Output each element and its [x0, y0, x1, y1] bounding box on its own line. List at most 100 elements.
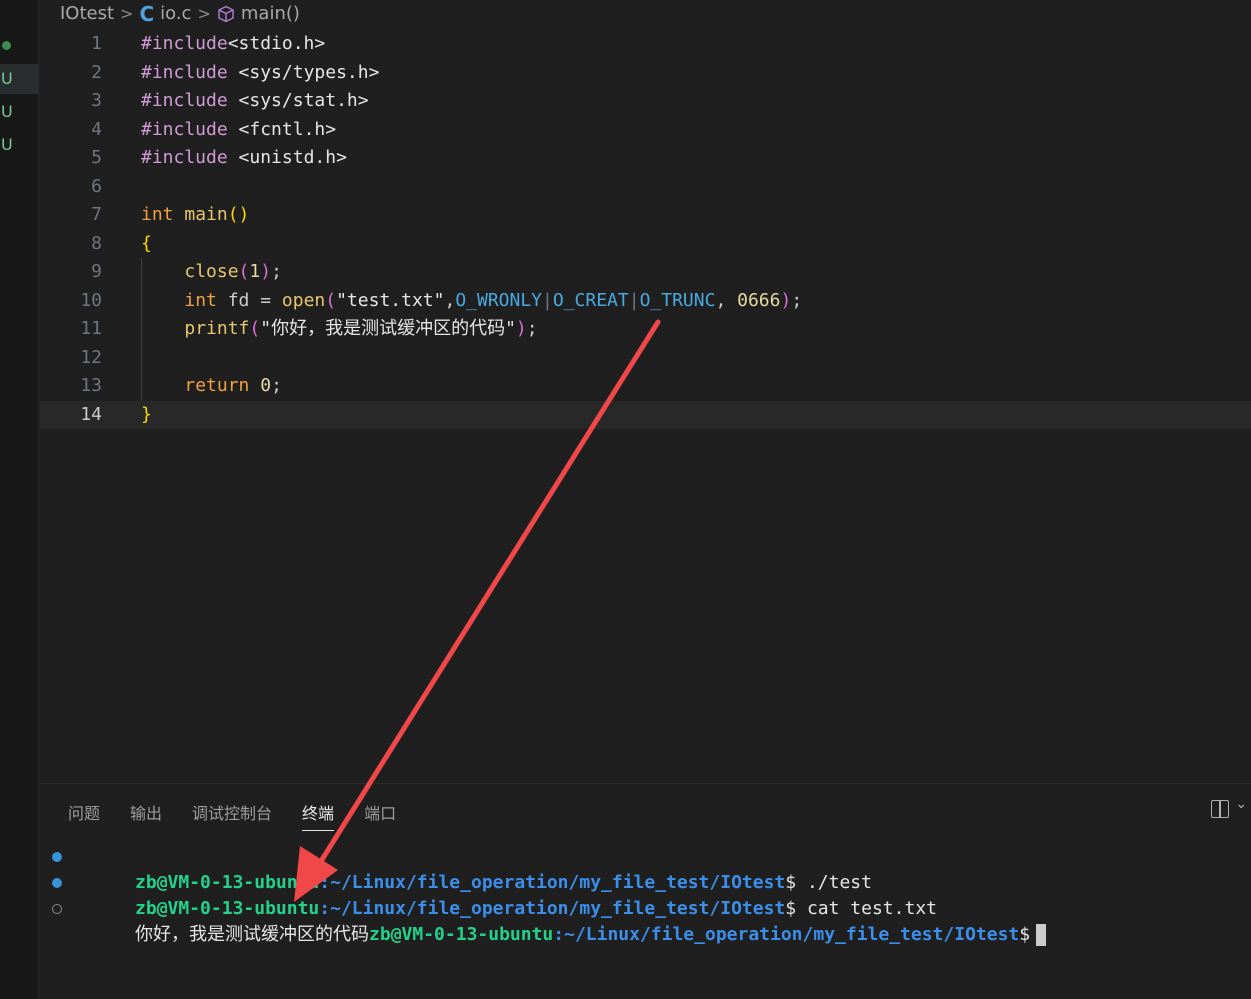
line-number: 1: [91, 33, 102, 54]
line-number: 10: [80, 289, 102, 311]
line-number: 14: [80, 403, 102, 425]
method-cube-icon: [218, 5, 234, 23]
terminal-output[interactable]: zb@VM-0-13-ubuntu:~/Linux/file_operation…: [50, 844, 1047, 946]
terminal-user: zb@VM-0-13-ubuntu: [369, 924, 554, 945]
code-line[interactable]: 11 printf("你好，我是测试缓冲区的代码");: [40, 315, 1251, 344]
panel-tab[interactable]: 调试控制台: [192, 800, 272, 831]
code-text: }: [141, 401, 152, 430]
activity-gutter: U U U: [0, 0, 39, 999]
command-success-icon[interactable]: [52, 852, 62, 862]
line-number: 6: [91, 175, 102, 197]
line-number: 7: [91, 204, 102, 225]
panel-tab[interactable]: 端口: [364, 800, 396, 831]
breadcrumb-file[interactable]: io.c: [160, 0, 191, 28]
line-number: 4: [91, 118, 102, 140]
line-number: 12: [80, 346, 102, 368]
code-line[interactable]: 5 #include <unistd.h>: [40, 144, 1251, 173]
code-token: #include: [141, 90, 239, 111]
code-token: |: [628, 289, 640, 311]
code-token: <sys/types.h>: [238, 61, 380, 83]
terminal-line: zb@VM-0-13-ubuntu:~/Linux/file_operation…: [50, 844, 1046, 893]
chevron-down-icon[interactable]: ⌄: [1235, 796, 1247, 812]
line-number: 2: [91, 61, 102, 83]
code-token: O_CREAT: [552, 289, 629, 311]
code-line[interactable]: 13 return 0;: [40, 372, 1251, 401]
terminal-path: :~/Linux/file_operation/my_file_test/IOt…: [553, 924, 1020, 945]
bottom-panel: 问题 输出 调试控制台 终端 端口 ⌄ zb@VM-0-13-ubuntu:~/Linu…: [40, 783, 1251, 999]
code-token: 0666: [737, 289, 781, 311]
c-file-icon: C: [139, 2, 155, 26]
code-token: ;: [791, 289, 803, 311]
code-token: 1: [249, 261, 261, 282]
code-token: fd =: [227, 289, 282, 311]
line-number: 3: [91, 90, 102, 111]
code-token: ): [260, 261, 272, 282]
code-line[interactable]: 4 #include <fcntl.h>: [40, 116, 1251, 145]
code-token: (): [227, 204, 250, 225]
code-text: #include<stdio.h>: [141, 30, 325, 59]
code-text: printf("你好，我是测试缓冲区的代码");: [141, 315, 538, 344]
code-token: ,: [715, 289, 738, 311]
program-output: 你好，我是测试缓冲区的代码: [135, 924, 370, 945]
untracked-mark[interactable]: U: [0, 97, 39, 127]
code-text: return 0;: [141, 372, 282, 401]
indent-guide: [141, 343, 142, 372]
code-token: close: [184, 261, 239, 282]
untracked-mark[interactable]: U: [0, 130, 39, 160]
code-token: ): [780, 289, 792, 311]
panel-tab[interactable]: 输出: [130, 800, 162, 831]
code-line[interactable]: 2 #include <sys/types.h>: [40, 59, 1251, 88]
code-token: printf: [184, 318, 250, 339]
code-text: #include <sys/stat.h>: [141, 87, 369, 116]
code-token: {: [141, 232, 152, 254]
code-token: ;: [271, 375, 282, 396]
status-dot-icon: [2, 41, 11, 50]
command-success-icon[interactable]: [52, 878, 62, 888]
terminal-line: 你好，我是测试缓冲区的代码zb@VM-0-13-ubuntu:~/Linux/f…: [50, 896, 1047, 946]
command-pending-icon[interactable]: [52, 904, 62, 914]
code-text: #include <fcntl.h>: [141, 116, 336, 145]
code-token: return: [184, 375, 261, 396]
prompt-symbol: $: [1019, 924, 1031, 945]
code-token: }: [141, 403, 152, 425]
code-token: <stdio.h>: [227, 33, 326, 54]
code-token: #include: [141, 147, 239, 168]
code-line[interactable]: 10 int fd = open("test.txt",O_WRONLY|O_C…: [40, 286, 1251, 316]
panel-tab[interactable]: 问题: [68, 800, 100, 831]
code-token: (: [325, 289, 337, 311]
code-line[interactable]: 9 close(1);: [40, 258, 1251, 287]
code-token: |: [542, 289, 553, 311]
layout-panel-icon[interactable]: [1211, 800, 1229, 818]
untracked-mark[interactable]: U: [0, 64, 39, 94]
panel-tab[interactable]: 终端: [302, 800, 335, 831]
code-line[interactable]: 14}: [40, 400, 1251, 430]
terminal-cursor: [1036, 924, 1047, 946]
code-token: #include: [141, 118, 239, 140]
code-token: (: [238, 261, 250, 282]
line-number: 8: [91, 232, 102, 254]
code-text: int fd = open("test.txt",O_WRONLY|O_CREA…: [141, 287, 802, 316]
code-line[interactable]: 12: [40, 343, 1251, 372]
code-token: main: [184, 204, 228, 225]
code-line[interactable]: 1 #include<stdio.h>: [40, 30, 1251, 59]
line-number: 11: [80, 318, 102, 339]
code-token: ,: [444, 289, 456, 311]
code-text: int main(): [141, 201, 249, 230]
code-token: #include: [141, 33, 228, 54]
code-token: O_TRUNC: [639, 289, 716, 311]
code-line[interactable]: 6: [40, 173, 1251, 202]
line-number: 13: [80, 375, 102, 396]
line-number: 9: [91, 261, 102, 282]
code-token: int: [184, 289, 228, 311]
code-line[interactable]: 3 #include <sys/stat.h>: [40, 87, 1251, 116]
code-line[interactable]: 7 int main(): [40, 201, 1251, 230]
code-token: (: [249, 318, 261, 339]
chevron-right-icon: >: [120, 4, 134, 23]
code-editor[interactable]: 1 #include<stdio.h> 2 #include <sys/types.h…: [40, 30, 1251, 429]
code-token: ;: [526, 318, 538, 339]
breadcrumb-folder[interactable]: IOtest: [60, 0, 114, 28]
code-line[interactable]: 8{: [40, 230, 1251, 259]
breadcrumb-symbol[interactable]: main(): [241, 0, 300, 28]
